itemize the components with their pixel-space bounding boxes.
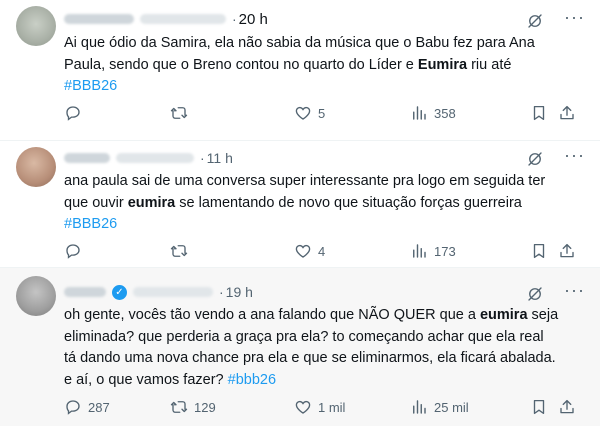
author-name-blurred[interactable] xyxy=(64,287,106,297)
author-handle-blurred[interactable] xyxy=(140,14,226,24)
tweet-text-highlight: Eumira xyxy=(417,56,468,73)
heart-icon xyxy=(294,242,312,260)
avatar[interactable] xyxy=(16,276,56,316)
like-count: 4 xyxy=(318,243,326,259)
tweet-header: · 11 h xyxy=(64,147,233,169)
views-icon xyxy=(410,242,428,260)
separator-dot: · xyxy=(200,150,205,166)
bookmark-icon xyxy=(530,398,548,416)
retweet-count: 129 xyxy=(194,399,216,415)
bookmark-button[interactable] xyxy=(530,397,554,417)
like-button[interactable]: 5 xyxy=(294,103,325,123)
reply-button[interactable]: 287 xyxy=(64,397,110,417)
share-button[interactable] xyxy=(558,103,582,123)
grok-icon[interactable] xyxy=(526,285,544,303)
separator-dot: · xyxy=(219,284,224,300)
retweet-button[interactable] xyxy=(170,103,194,123)
tweet-time[interactable]: 20 h xyxy=(239,11,268,28)
retweet-icon xyxy=(170,242,188,260)
like-button[interactable]: 1 mil xyxy=(294,397,345,417)
more-icon[interactable]: ··· xyxy=(564,8,584,30)
retweet-icon xyxy=(170,104,188,122)
bookmark-icon xyxy=(530,242,548,260)
avatar[interactable] xyxy=(16,6,56,46)
tweet[interactable]: ✓ · 19 h ··· oh gente, vocês tão vendo a… xyxy=(0,268,600,426)
views-icon xyxy=(410,398,428,416)
share-icon xyxy=(558,398,576,416)
tweet-text-segment: oh gente, vocês tão vendo a ana falando … xyxy=(64,307,480,323)
tweet-header: · 20 h xyxy=(64,8,268,30)
author-handle-blurred[interactable] xyxy=(133,287,213,297)
like-count: 5 xyxy=(318,105,326,121)
tweet-actions: 5 358 xyxy=(64,103,584,123)
reply-icon xyxy=(64,398,82,416)
tweet-time[interactable]: 11 h xyxy=(207,150,233,166)
view-count: 358 xyxy=(434,105,456,121)
bookmark-icon xyxy=(530,104,548,122)
bookmark-button[interactable] xyxy=(530,241,554,261)
more-icon[interactable]: ··· xyxy=(564,281,584,303)
reply-count: 287 xyxy=(88,399,110,415)
reply-button[interactable] xyxy=(64,103,88,123)
retweet-button[interactable] xyxy=(170,241,194,261)
hashtag-link[interactable]: #BBB26 xyxy=(64,216,117,232)
tweet-text-segment: se lamentando de novo que situação força… xyxy=(179,194,522,211)
more-icon[interactable]: ··· xyxy=(564,146,584,168)
view-count: 173 xyxy=(434,243,456,259)
like-count: 1 mil xyxy=(318,399,346,415)
share-icon xyxy=(558,242,576,260)
retweet-icon xyxy=(170,398,188,416)
reply-button[interactable] xyxy=(64,241,88,261)
share-button[interactable] xyxy=(558,397,582,417)
hashtag-link[interactable]: #BBB26 xyxy=(64,78,117,94)
author-handle-blurred[interactable] xyxy=(116,153,194,163)
tweet-header: ✓ · 19 h xyxy=(64,281,253,303)
views-icon xyxy=(410,104,428,122)
tweet[interactable]: · 20 h ··· Ai que ódio da Samira, ela nã… xyxy=(0,0,600,141)
tweet-time[interactable]: 19 h xyxy=(226,284,253,300)
heart-icon xyxy=(294,398,312,416)
views-button[interactable]: 25 mil xyxy=(410,397,469,417)
tweet-actions: 287 129 1 mil 25 mil xyxy=(64,397,584,417)
author-name-blurred[interactable] xyxy=(64,14,134,24)
avatar[interactable] xyxy=(16,147,56,187)
hashtag-link[interactable]: #bbb26 xyxy=(228,372,276,388)
like-button[interactable]: 4 xyxy=(294,241,325,261)
tweet-text-highlight: eumira xyxy=(479,307,528,323)
separator-dot: · xyxy=(232,11,237,27)
grok-icon[interactable] xyxy=(526,12,544,30)
bookmark-button[interactable] xyxy=(530,103,554,123)
reply-icon xyxy=(64,104,82,122)
tweet-text-segment: riu até xyxy=(471,56,512,73)
share-button[interactable] xyxy=(558,241,582,261)
tweet-text: Ai que ódio da Samira, ela não sabia da … xyxy=(64,33,586,98)
reply-icon xyxy=(64,242,82,260)
author-name-blurred[interactable] xyxy=(64,153,110,163)
heart-icon xyxy=(294,104,312,122)
views-button[interactable]: 173 xyxy=(410,241,456,261)
tweet[interactable]: · 11 h ··· ana paula sai de uma conversa… xyxy=(0,141,600,268)
view-count: 25 mil xyxy=(434,399,469,415)
retweet-button[interactable]: 129 xyxy=(170,397,216,417)
tweet-text: ana paula sai de uma conversa super inte… xyxy=(64,171,586,236)
tweet-text: oh gente, vocês tão vendo a ana falando … xyxy=(64,305,586,391)
share-icon xyxy=(558,104,576,122)
tweet-text-highlight: eumira xyxy=(127,194,176,211)
views-button[interactable]: 358 xyxy=(410,103,456,123)
grok-icon[interactable] xyxy=(526,150,544,168)
tweet-actions: 4 173 xyxy=(64,241,584,261)
verified-badge-icon: ✓ xyxy=(112,284,127,300)
